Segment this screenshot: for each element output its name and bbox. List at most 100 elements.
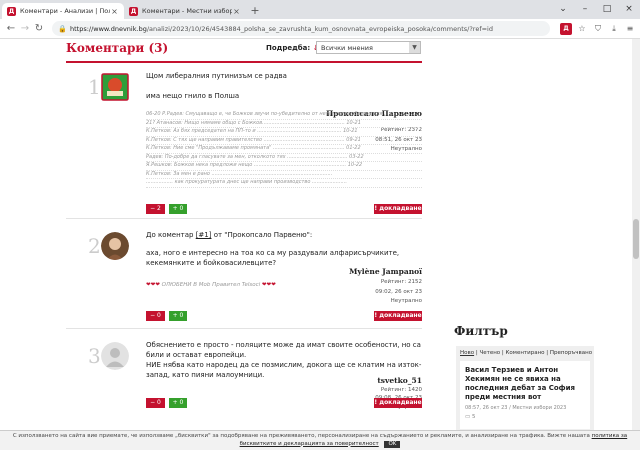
scrollbar[interactable]: [632, 39, 640, 430]
close-tab-icon[interactable]: ×: [110, 7, 119, 16]
filter-box: Ново | Четено | Коментирано | Препоръчва…: [456, 346, 594, 430]
page-content: Коментари (3) Подредба: ↓↑ Всички мнения…: [60, 39, 640, 430]
tab-comments-elections[interactable]: Д Коментари - Местни избори с ×: [124, 3, 246, 19]
reload-icon[interactable]: ↻: [32, 23, 46, 34]
quote-line: Радев: По-добре да гласувате за мен, отк…: [146, 154, 422, 162]
comment-text: аха, ного е интересно на тоа ко са му ра…: [146, 249, 400, 267]
url-path: /analizi/2023/10/26/4543884_polsha_se_za…: [146, 24, 493, 33]
reply-link[interactable]: [#1]: [196, 231, 212, 239]
minimize-icon[interactable]: –: [574, 0, 596, 19]
vote-down-count: 2: [157, 205, 161, 212]
tab-label: Коментари - Местни избори с: [142, 7, 232, 15]
shield-icon[interactable]: ⛉: [592, 23, 604, 35]
close-tab-icon[interactable]: ×: [232, 7, 241, 16]
report-label: докладване: [379, 399, 422, 406]
tab-read[interactable]: Четено: [479, 350, 500, 356]
author-rating: Рейтинг: 1420: [380, 387, 422, 393]
comment-number: 2: [88, 234, 101, 258]
vote-down-count: 0: [157, 399, 161, 406]
hearts-icon: ❤❤❤: [146, 282, 160, 288]
dnevnik-extension-icon[interactable]: Д: [560, 22, 572, 35]
comments-title: Коментари (3): [66, 41, 169, 55]
dnevnik-favicon-icon: Д: [7, 6, 16, 16]
url-field[interactable]: 🔒 https://www.dnevnik.bg/analizi/2023/10…: [52, 21, 550, 36]
close-window-icon[interactable]: ×: [618, 0, 640, 19]
comment-body: Щом либералния путинизъм се радва има не…: [146, 71, 422, 188]
article-title[interactable]: Васил Терзиев и Антон Хекимян не се явих…: [465, 366, 585, 402]
vote-down-button[interactable]: − 0: [146, 311, 165, 321]
cookie-ok-button[interactable]: OK: [384, 440, 401, 448]
report-label: докладване: [379, 205, 422, 212]
vote-up-button[interactable]: + 0: [169, 398, 187, 408]
signature-text: ОЛЮБЕНИ В Mob Правител Telsoci: [161, 282, 261, 288]
cookie-banner: С използването на сайта вие приемате, че…: [0, 430, 640, 450]
article-meta: 08:57, 26 окт 23 / Местни избори 2023: [465, 405, 567, 411]
comment-number: 3: [88, 344, 101, 368]
comment-text: НИЕ нябва като народец да се позмислим, …: [146, 361, 422, 379]
comment-status: Неутрално: [390, 298, 422, 304]
quote-line: К.Петков: Аз бях председател на ПП-то и …: [146, 128, 422, 137]
download-icon[interactable]: ⤓: [608, 23, 620, 35]
quote-line: ................. как прокуратурата днес…: [146, 179, 422, 188]
article-card[interactable]: Васил Терзиев и Антон Хекимян не се явих…: [460, 361, 590, 429]
vote-down-button[interactable]: − 0: [146, 398, 165, 408]
vote-buttons: − 0 + 0: [146, 311, 187, 321]
report-label: докладване: [379, 312, 422, 319]
chevron-down-icon: ▼: [409, 42, 420, 53]
tab-label: Коментари - Анализи | Полш: [20, 7, 110, 15]
comment-text: има нещо гнило в Полша: [146, 92, 240, 100]
new-tab-icon[interactable]: +: [248, 3, 262, 19]
tab-comments-poland[interactable]: Д Коментари - Анализи | Полш ×: [2, 3, 124, 19]
comment-item: 1 Прокопсало Парвеню Рейтинг: 2372 08:51…: [66, 69, 422, 219]
vote-buttons: − 2 + 0: [146, 204, 187, 214]
vote-down-button[interactable]: − 2: [146, 204, 165, 214]
maximize-icon[interactable]: □: [596, 0, 618, 19]
quote-line: К.Петков: С тях ще направим правителство…: [146, 137, 422, 145]
star-icon[interactable]: ☆: [576, 23, 588, 35]
address-bar: ← → ↻ 🔒 https://www.dnevnik.bg/analizi/2…: [0, 19, 640, 39]
chevron-down-icon[interactable]: ⌄: [552, 0, 574, 19]
comment-quote: 06-20 Р.Радев: Смущаващо е, че Божков зв…: [146, 111, 422, 188]
report-button[interactable]: ! докладване: [374, 204, 422, 214]
comment-item: 2 Mylène Jampanoï Рейтинг: 2152 09:02, 2…: [66, 226, 422, 329]
scrollbar-thumb[interactable]: [633, 219, 639, 259]
divider: [66, 61, 422, 63]
vote-up-button[interactable]: + 0: [169, 204, 187, 214]
back-arrow-icon[interactable]: ←: [4, 23, 18, 34]
avatar[interactable]: [101, 342, 129, 370]
vote-up-count: 0: [179, 205, 184, 212]
browser-tabbar: Д Коментари - Анализи | Полш × Д Комента…: [0, 0, 640, 19]
menu-icon[interactable]: ≡: [624, 23, 636, 35]
comment-signature: ❤❤❤ ОЛЮБЕНИ В Mob Правител Telsoci ❤❤❤: [146, 280, 422, 290]
report-button[interactable]: ! докладване: [374, 311, 422, 321]
quote-line: Я.Решков: Божков нека предложи нещо ....…: [146, 162, 422, 171]
comment-icon: ▭: [465, 414, 471, 420]
forward-arrow-icon[interactable]: →: [18, 23, 32, 34]
tab-commented[interactable]: Коментирано: [506, 350, 545, 356]
lock-icon: 🔒: [58, 24, 67, 33]
url-host: https://www.dnevnik.bg: [70, 24, 147, 33]
reply-intro: До коментар [#1] от "Прокопсало Парвеню"…: [146, 230, 422, 240]
window-controls: ⌄ – □ ×: [552, 0, 640, 19]
filter-tabs: Ново | Четено | Коментирано | Препоръчва…: [460, 350, 593, 356]
comment-count: 5: [471, 414, 476, 420]
comment-body: До коментар [#1] от "Прокопсало Парвеню"…: [146, 230, 422, 290]
avatar[interactable]: [101, 73, 129, 101]
tab-new[interactable]: Ново: [460, 350, 474, 356]
sort-select[interactable]: Всички мнения ▼: [316, 41, 421, 54]
report-button[interactable]: ! докладване: [374, 398, 422, 408]
vote-down-count: 0: [157, 312, 161, 319]
avatar[interactable]: [101, 232, 129, 260]
cookie-text: С използването на сайта вие приемате, че…: [12, 433, 590, 439]
hearts-icon: ❤❤❤: [261, 282, 276, 288]
sort-label-text: Подредба:: [266, 44, 311, 52]
sort-select-value: Всички мнения: [321, 44, 373, 52]
dnevnik-favicon-icon: Д: [129, 6, 138, 16]
vote-up-button[interactable]: + 0: [169, 311, 187, 321]
article-comments: ▭ 5: [465, 414, 585, 420]
quote-line: К.Петков: Ние сме "Продължаваме промянат…: [146, 145, 422, 154]
comment-item: 3 tsvetko_51 Рейтинг: 1420 09:08, 26 окт…: [66, 336, 422, 430]
tab-recommended[interactable]: Препоръчвано: [550, 350, 592, 356]
quote-line: 06-20 Р.Радев: Смущаващо е, че Божков зв…: [146, 111, 422, 120]
comment-text: Обяснението е просто - поляците може да …: [146, 341, 421, 359]
